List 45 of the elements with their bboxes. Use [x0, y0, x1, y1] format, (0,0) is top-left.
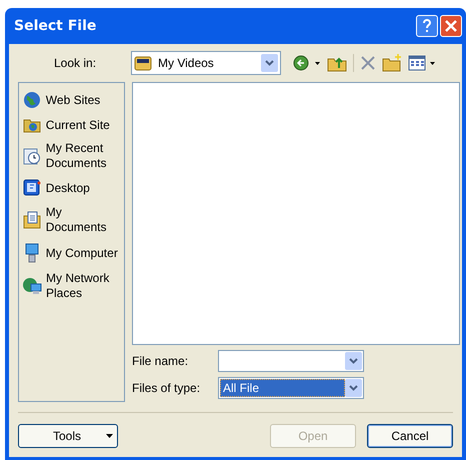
- chevron-down-icon: [261, 54, 278, 72]
- computer-icon: [24, 243, 40, 263]
- tools-button[interactable]: Tools: [18, 424, 118, 448]
- close-button[interactable]: [440, 15, 462, 37]
- globe-icon: [22, 91, 41, 109]
- places-item[interactable]: My Network Places: [22, 271, 121, 301]
- help-button[interactable]: [416, 15, 438, 37]
- documents-icon: [22, 211, 41, 229]
- file-name-label: File name:: [132, 352, 190, 370]
- help-icon: [422, 19, 432, 33]
- file-name-field[interactable]: [218, 350, 364, 372]
- selected-value: All File: [220, 378, 345, 396]
- delete-icon[interactable]: [360, 55, 376, 71]
- network-icon: [22, 277, 42, 295]
- file-type-dropdown[interactable]: All File: [218, 376, 364, 398]
- places-item[interactable]: My Documents: [22, 205, 121, 235]
- caret-icon: [106, 434, 113, 438]
- places-label: My Computer: [46, 246, 119, 260]
- view-menu-icon[interactable]: [408, 55, 436, 71]
- folder-icon: [22, 117, 41, 133]
- places-label: My Documents: [46, 205, 108, 235]
- window-title: Select File: [14, 16, 96, 36]
- places-item[interactable]: Current Site: [22, 117, 121, 133]
- look-in-label: Look in:: [53, 55, 98, 72]
- desktop-icon: [22, 179, 41, 197]
- places-label: My Network Places: [46, 271, 110, 301]
- clock-icon: [22, 147, 41, 165]
- back-icon[interactable]: [293, 54, 321, 72]
- cancel-button[interactable]: Cancel: [367, 424, 453, 448]
- places-label: My Recent Documents: [46, 141, 108, 171]
- places-item[interactable]: Desktop: [22, 179, 121, 197]
- places-item[interactable]: My Recent Documents: [22, 141, 121, 171]
- places-item[interactable]: My Computer: [22, 243, 121, 263]
- chevron-down-icon: [345, 352, 362, 370]
- close-icon: [445, 20, 457, 32]
- places-label: Current Site: [46, 118, 111, 132]
- look-in-dropdown[interactable]: My Videos: [131, 51, 281, 75]
- film-folder-icon: [134, 55, 152, 71]
- new-folder-icon[interactable]: [382, 54, 402, 72]
- places-label: Desktop: [46, 180, 91, 196]
- file-type-label: Files of type:: [132, 380, 202, 396]
- selected-value: My Videos: [158, 55, 215, 72]
- places-item[interactable]: Web Sites: [22, 91, 121, 109]
- places-label: Web Sites: [46, 92, 102, 108]
- chevron-down-icon: [345, 378, 362, 396]
